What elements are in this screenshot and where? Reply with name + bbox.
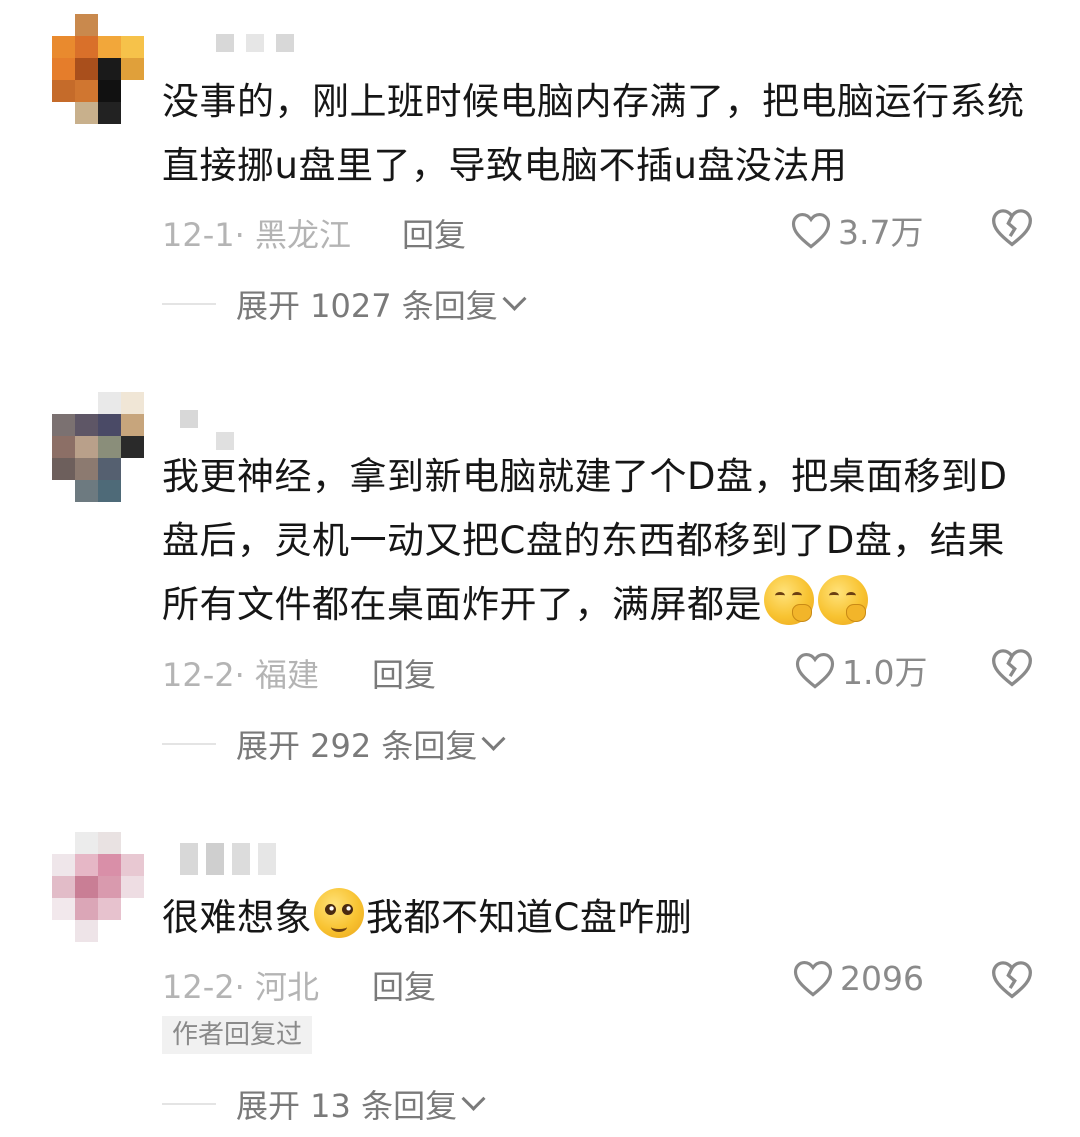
chevron-down-icon xyxy=(461,1086,486,1111)
broken-heart-icon xyxy=(992,649,1032,687)
divider-line xyxy=(162,743,216,745)
dislike-button[interactable] xyxy=(990,958,1034,1008)
username-mosaic[interactable] xyxy=(180,410,234,450)
dislike-button[interactable] xyxy=(990,646,1034,696)
comment-meta: 12-2· 福建 回复 1.0万 xyxy=(162,649,1042,696)
yawning-face-emoji-icon xyxy=(818,575,868,625)
broken-heart-icon xyxy=(992,209,1032,247)
comment-meta: 12-1· 黑龙江 回复 3.7万 xyxy=(162,209,1042,256)
chevron-down-icon xyxy=(502,286,527,311)
like-button[interactable]: 1.0万 xyxy=(794,646,927,694)
expand-replies-button[interactable]: 展开 13 条回复 xyxy=(162,1084,486,1125)
heart-outline-icon xyxy=(793,961,833,997)
reply-button[interactable]: 回复 xyxy=(372,962,436,1008)
comment-date-location: 12-2· 河北 xyxy=(162,968,319,1006)
avatar[interactable] xyxy=(52,832,144,942)
chevron-down-icon xyxy=(481,726,506,751)
heart-outline-icon xyxy=(795,653,835,689)
reply-button[interactable]: 回复 xyxy=(372,650,436,696)
author-replied-badge: 作者回复过 xyxy=(162,1016,313,1054)
username-mosaic[interactable] xyxy=(216,34,294,52)
comment-text-after-emoji: 我都不知道C盘咋删 xyxy=(366,896,693,939)
dislike-button[interactable] xyxy=(990,206,1034,256)
comment-text-before-emoji: 很难想象 xyxy=(162,896,312,939)
broken-heart-icon xyxy=(992,961,1032,999)
like-count: 2096 xyxy=(840,958,924,998)
pleading-face-emoji-icon xyxy=(314,888,364,938)
reply-button[interactable]: 回复 xyxy=(402,210,466,256)
like-count: 1.0万 xyxy=(842,653,928,692)
expand-replies-button[interactable]: 展开 292 条回复 xyxy=(162,724,506,765)
divider-line xyxy=(162,1103,216,1105)
comment-date-location: 12-2· 福建 xyxy=(162,656,319,694)
comment-text: 很难想象 我都不知道C盘咋删 xyxy=(162,886,1042,950)
expand-replies-label: 展开 1027 条回复 xyxy=(236,287,498,325)
avatar[interactable] xyxy=(52,392,144,502)
like-button[interactable]: 3.7万 xyxy=(790,206,923,254)
yawning-face-emoji-icon xyxy=(764,575,814,625)
divider-line xyxy=(162,303,216,305)
like-button[interactable]: 2096 xyxy=(792,958,924,998)
comment-text: 我更神经，拿到新电脑就建了个D盘，把桌面移到D盘后，灵机一动又把C盘的东西都移到… xyxy=(162,445,1042,637)
expand-replies-button[interactable]: 展开 1027 条回复 xyxy=(162,284,527,325)
like-count: 3.7万 xyxy=(838,213,924,252)
comment-text-content: 我更神经，拿到新电脑就建了个D盘，把桌面移到D盘后，灵机一动又把C盘的东西都移到… xyxy=(162,455,1008,626)
comment-date-location: 12-1· 黑龙江 xyxy=(162,216,351,254)
heart-outline-icon xyxy=(791,213,831,249)
comment-text: 没事的，刚上班时候电脑内存满了，把电脑运行系统直接挪u盘里了，导致电脑不插u盘没… xyxy=(162,80,1025,187)
expand-replies-label: 展开 292 条回复 xyxy=(236,727,478,765)
comment-meta: 12-2· 河北 回复 2096 xyxy=(162,959,1042,1008)
avatar[interactable] xyxy=(52,14,144,124)
expand-replies-label: 展开 13 条回复 xyxy=(236,1087,458,1125)
username-mosaic[interactable] xyxy=(180,843,276,875)
